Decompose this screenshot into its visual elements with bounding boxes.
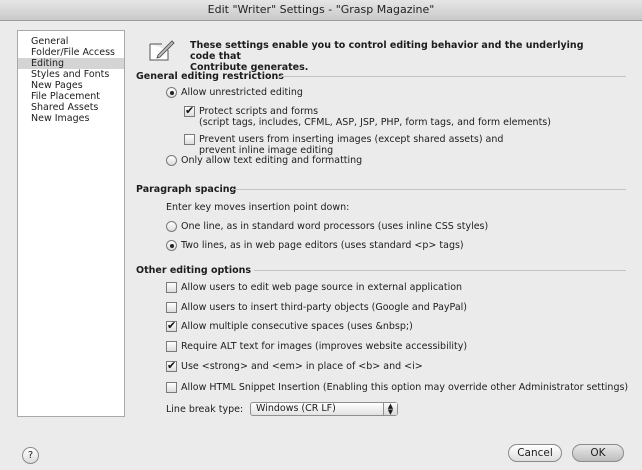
- two-lines-radio[interactable]: [166, 240, 177, 251]
- strong-em-option[interactable]: Use <strong> and <em> in place of <b> an…: [166, 361, 423, 372]
- help-button[interactable]: ?: [22, 447, 39, 464]
- allow-unrestricted-label: Allow unrestricted editing: [181, 87, 303, 98]
- third-party-checkbox[interactable]: [166, 302, 177, 313]
- one-line-option[interactable]: One line, as in standard word processors…: [166, 221, 488, 232]
- sidebar-item-editing[interactable]: Editing: [18, 58, 124, 69]
- line-break-value: Windows (CR LF): [256, 403, 336, 414]
- line-break-select[interactable]: Windows (CR LF) ▲ ▼: [250, 402, 398, 416]
- section-divider: [278, 76, 626, 77]
- consecutive-spaces-checkbox[interactable]: [166, 321, 177, 332]
- panel-description: These settings enable you to control edi…: [190, 40, 610, 73]
- only-text-radio[interactable]: [166, 155, 177, 166]
- prevent-images-option[interactable]: Prevent users from inserting images (exc…: [184, 134, 503, 145]
- settings-category-list[interactable]: General Folder/File Access Editing Style…: [17, 30, 125, 417]
- html-snippet-label: Allow HTML Snippet Insertion (Enabling t…: [181, 382, 629, 393]
- cancel-button[interactable]: Cancel: [508, 444, 562, 462]
- third-party-option[interactable]: Allow users to insert third-party object…: [166, 302, 467, 313]
- only-text-label: Only allow text editing and formatting: [181, 155, 363, 166]
- sidebar-item-general[interactable]: General: [18, 36, 124, 47]
- strong-em-label: Use <strong> and <em> in place of <b> an…: [181, 361, 423, 372]
- protect-scripts-option[interactable]: Protect scripts and forms: [184, 106, 318, 117]
- section-divider: [231, 189, 626, 190]
- general-restrictions-heading: General editing restrictions: [136, 71, 284, 82]
- window-title: Edit "Writer" Settings - "Grasp Magazine…: [0, 0, 642, 21]
- html-snippet-option[interactable]: Allow HTML Snippet Insertion (Enabling t…: [166, 382, 628, 393]
- sidebar-item-shared-assets[interactable]: Shared Assets: [18, 102, 124, 113]
- protect-scripts-checkbox[interactable]: [184, 106, 195, 117]
- protect-scripts-detail: (script tags, includes, CFML, ASP, JSP, …: [199, 117, 551, 128]
- sidebar-item-new-images[interactable]: New Images: [18, 113, 124, 124]
- paragraph-prompt: Enter key moves insertion point down:: [166, 202, 350, 213]
- one-line-label: One line, as in standard word processors…: [181, 221, 489, 232]
- paragraph-spacing-heading: Paragraph spacing: [136, 184, 237, 195]
- one-line-radio[interactable]: [166, 221, 177, 232]
- html-snippet-checkbox[interactable]: [166, 382, 177, 393]
- external-source-label: Allow users to edit web page source in e…: [181, 282, 463, 293]
- allow-unrestricted-radio[interactable]: [166, 87, 177, 98]
- allow-unrestricted-option[interactable]: Allow unrestricted editing: [166, 87, 303, 98]
- sidebar-item-folder-file-access[interactable]: Folder/File Access: [18, 47, 124, 58]
- consecutive-spaces-label: Allow multiple consecutive spaces (uses …: [181, 321, 413, 332]
- external-source-checkbox[interactable]: [166, 282, 177, 293]
- protect-scripts-label: Protect scripts and forms: [199, 106, 319, 117]
- alt-text-checkbox[interactable]: [166, 341, 177, 352]
- other-options-heading: Other editing options: [136, 265, 252, 276]
- section-divider: [254, 270, 626, 271]
- alt-text-label: Require ALT text for images (improves we…: [181, 341, 468, 352]
- alt-text-option[interactable]: Require ALT text for images (improves we…: [166, 341, 467, 352]
- editing-settings-panel: These settings enable you to control edi…: [136, 30, 628, 420]
- pencil-paper-icon: [149, 40, 175, 61]
- line-break-label: Line break type:: [166, 404, 244, 415]
- strong-em-checkbox[interactable]: [166, 361, 177, 372]
- two-lines-label: Two lines, as in web page editors (uses …: [181, 240, 464, 251]
- sidebar-item-new-pages[interactable]: New Pages: [18, 80, 124, 91]
- third-party-label: Allow users to insert third-party object…: [181, 302, 468, 313]
- prevent-images-label: Prevent users from inserting images (exc…: [199, 134, 504, 145]
- external-source-option[interactable]: Allow users to edit web page source in e…: [166, 282, 462, 293]
- only-text-option[interactable]: Only allow text editing and formatting: [166, 155, 362, 166]
- sidebar-item-file-placement[interactable]: File Placement: [18, 91, 124, 102]
- two-lines-option[interactable]: Two lines, as in web page editors (uses …: [166, 240, 464, 251]
- consecutive-spaces-option[interactable]: Allow multiple consecutive spaces (uses …: [166, 321, 413, 332]
- prevent-images-checkbox[interactable]: [184, 134, 195, 145]
- panel-description-line1: These settings enable you to control edi…: [190, 40, 584, 62]
- select-arrows-icon: ▲ ▼: [383, 403, 397, 416]
- ok-button[interactable]: OK: [572, 444, 624, 462]
- sidebar-item-styles-and-fonts[interactable]: Styles and Fonts: [18, 69, 124, 80]
